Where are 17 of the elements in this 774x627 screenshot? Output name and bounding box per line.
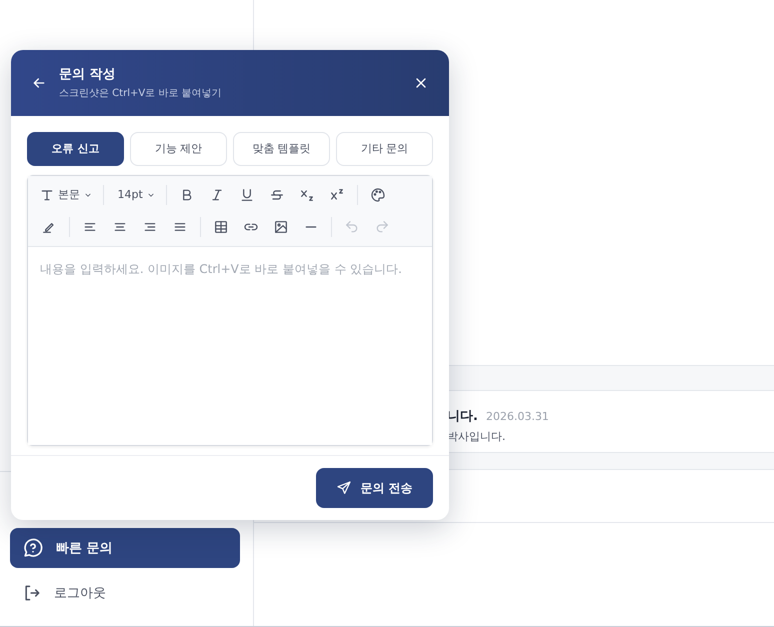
category-tab[interactable]: 기능 제안 bbox=[130, 132, 227, 166]
category-tab[interactable]: 기타 문의 bbox=[336, 132, 433, 166]
notice-date: 2026.03.31 bbox=[486, 410, 549, 423]
category-tab[interactable]: 오류 신고 bbox=[27, 132, 124, 166]
dialog-title: 문의 작성 bbox=[59, 66, 117, 84]
send-icon bbox=[336, 480, 352, 496]
help-icon bbox=[22, 537, 44, 559]
paragraph-style-dropdown[interactable]: 본문 bbox=[36, 182, 96, 208]
dialog-subtitle: 스크린샷은 Ctrl+V로 바로 붙여넣기 bbox=[59, 87, 223, 100]
sidebar-item[interactable]: 로그아웃 bbox=[10, 573, 240, 613]
notice-text: 박사입니다. bbox=[447, 429, 506, 444]
sidebar-item[interactable]: 빠른 문의 bbox=[10, 528, 240, 568]
font-size-dropdown[interactable]: 14pt bbox=[111, 182, 159, 208]
editor-panel[interactable]: 본문 14pt 내용을 입력하세요. 이미지를 Ctrl+V로 바로 붙여넣을 수 있습니다. bbox=[27, 174, 433, 446]
submit-button[interactable]: 문의 전송 bbox=[316, 468, 433, 508]
message-input[interactable]: 내용을 입력하세요. 이미지를 Ctrl+V로 바로 붙여넣을 수 있습니다. bbox=[28, 246, 432, 445]
category-tab[interactable]: 맞춤 템플릿 bbox=[233, 132, 330, 166]
